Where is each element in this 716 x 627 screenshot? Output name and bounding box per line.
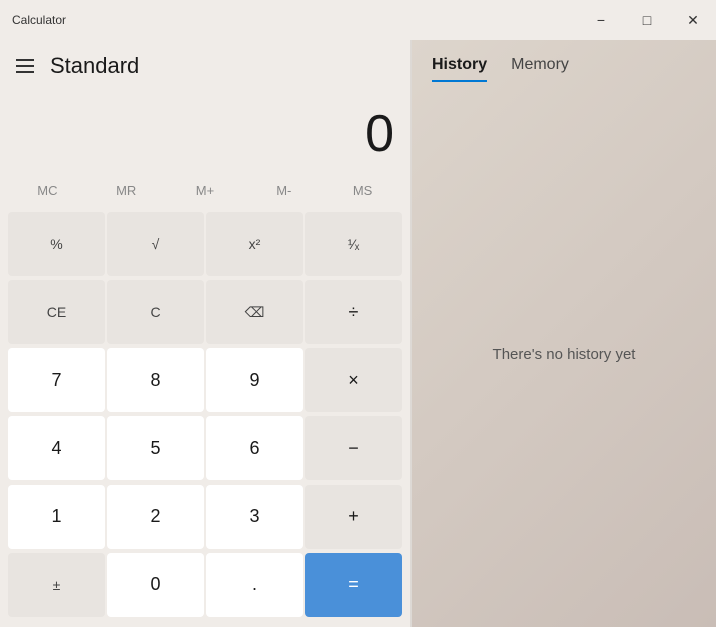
tab-memory[interactable]: Memory	[511, 56, 569, 82]
sqrt-button[interactable]: √	[107, 212, 204, 276]
menu-button[interactable]	[16, 59, 34, 73]
ce-button[interactable]: CE	[8, 280, 105, 344]
9-button[interactable]: 9	[206, 348, 303, 412]
app-title: Calculator	[12, 13, 66, 27]
backspace-button[interactable]: ⌫	[206, 280, 303, 344]
ms-button[interactable]: MS	[323, 172, 402, 208]
7-button[interactable]: 7	[8, 348, 105, 412]
xsquared-button[interactable]: x²	[206, 212, 303, 276]
minimize-button[interactable]: −	[578, 0, 624, 40]
reciprocal-button[interactable]: ¹⁄ₓ	[305, 212, 402, 276]
calc-header: Standard	[0, 40, 410, 92]
divide-button[interactable]: ÷	[305, 280, 402, 344]
calc-mode-title: Standard	[50, 53, 139, 79]
mr-button[interactable]: MR	[87, 172, 166, 208]
calc-display: 0	[0, 92, 410, 172]
right-panel: History Memory There's no history yet	[412, 40, 716, 627]
1-button[interactable]: 1	[8, 485, 105, 549]
memory-row: MC MR M+ M- MS	[0, 172, 410, 208]
add-button[interactable]: +	[305, 485, 402, 549]
equals-button[interactable]: =	[305, 553, 402, 617]
multiply-button[interactable]: ×	[305, 348, 402, 412]
subtract-button[interactable]: −	[305, 416, 402, 480]
button-grid: % √ x² ¹⁄ₓ CE C ⌫ ÷ 7 8 9 × 4 5 6 − 1 2 …	[0, 212, 410, 627]
6-button[interactable]: 6	[206, 416, 303, 480]
tab-history[interactable]: History	[432, 56, 487, 82]
title-controls: − □ ✕	[578, 0, 716, 40]
close-button[interactable]: ✕	[670, 0, 716, 40]
8-button[interactable]: 8	[107, 348, 204, 412]
tabs-bar: History Memory	[412, 56, 716, 82]
main-area: Standard 0 MC MR M+ M- MS % √ x² ¹⁄ₓ CE …	[0, 40, 716, 627]
percent-button[interactable]: %	[8, 212, 105, 276]
0-button[interactable]: 0	[107, 553, 204, 617]
maximize-button[interactable]: □	[624, 0, 670, 40]
2-button[interactable]: 2	[107, 485, 204, 549]
display-value: 0	[365, 104, 394, 164]
decimal-button[interactable]: .	[206, 553, 303, 617]
mplus-button[interactable]: M+	[166, 172, 245, 208]
mminus-button[interactable]: M-	[244, 172, 323, 208]
mc-button[interactable]: MC	[8, 172, 87, 208]
history-content: There's no history yet	[412, 82, 716, 627]
title-bar: Calculator − □ ✕	[0, 0, 716, 40]
calculator-panel: Standard 0 MC MR M+ M- MS % √ x² ¹⁄ₓ CE …	[0, 40, 410, 627]
4-button[interactable]: 4	[8, 416, 105, 480]
c-button[interactable]: C	[107, 280, 204, 344]
negate-button[interactable]: ±	[8, 553, 105, 617]
title-bar-left: Calculator	[12, 13, 66, 27]
5-button[interactable]: 5	[107, 416, 204, 480]
3-button[interactable]: 3	[206, 485, 303, 549]
no-history-label: There's no history yet	[493, 346, 636, 363]
